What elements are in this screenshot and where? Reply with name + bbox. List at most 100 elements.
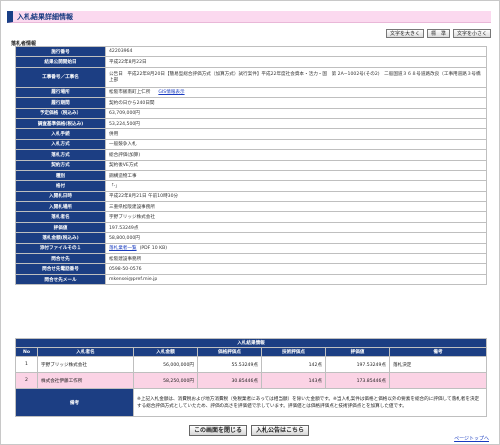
info-row: 落札金額(税込み) 58,800,000円 <box>15 232 487 244</box>
info-row: 履行期間 契約の日から240日間 <box>15 97 487 109</box>
info-row: 問合せ先 松阪建設事務所 <box>15 253 487 265</box>
note-label: 備考 <box>15 388 134 417</box>
info-label: 問合せ先メール <box>15 273 106 286</box>
info-table: 施行番号 42203964 結果公開開始日 平成22年8月22日 工事番号／工事名 公告日… <box>15 45 487 286</box>
cell-amount: 58,250,000円 <box>133 372 198 389</box>
results-table: 入札結果情報 No 入札者名 入札金額 価格評価点 技術評価点 評価値 備考 1… <box>15 338 487 417</box>
info-row: 入札手続 併用 <box>15 128 487 140</box>
info-value-cell: 公告日 平成22年8月20日【簡易型総合評価方式（加算方式）試行案件】平成22年… <box>105 66 487 88</box>
attachment-link[interactable]: 落札業者一覧 <box>109 246 137 251</box>
info-label: 落札方式 <box>15 149 106 161</box>
cell-no: 2 <box>15 372 38 389</box>
info-label: 種別 <box>15 169 106 182</box>
page-title: 入札結果詳細情報 <box>17 13 73 21</box>
info-value: 53,224,500円 <box>109 121 140 127</box>
info-value-cell: 鋼構造物工事 <box>105 169 487 182</box>
text-standard-button[interactable]: 標 準 <box>426 29 450 38</box>
info-value-cell: 53,224,500円 <box>105 117 487 130</box>
info-label: 評価値 <box>15 221 106 234</box>
info-value: 松阪建設事務所 <box>109 256 142 262</box>
table-row: 1 宇野ブリッジ株式会社 56,000,000円 55.53249点 142点 … <box>15 356 487 373</box>
close-window-button[interactable]: この画面を閉じる <box>189 425 248 436</box>
cell-name: 株式会社伊藤工作所 <box>37 372 134 389</box>
info-value: 58,800,000円 <box>109 235 140 241</box>
col-header: 備考 <box>389 347 487 357</box>
info-value-cell: 総合評価(加算) <box>105 149 487 161</box>
info-value: 197.53249点 <box>109 225 139 231</box>
info-value-cell: 平成22年8月22日 <box>105 56 487 68</box>
info-value-cell: 63,709,000円 <box>105 107 487 119</box>
info-value: 平成22年8月22日 <box>109 60 147 66</box>
info-value-cell: 42203964 <box>105 45 487 58</box>
cell-eval: 197.53249点 <box>325 356 390 373</box>
info-value: 公告日 平成22年8月20日【簡易型総合評価方式（加算方式）試行案件】平成22年… <box>109 72 481 84</box>
info-row: 契約方式 契約後VE方式 <box>15 159 487 171</box>
bid-notice-button[interactable]: 入札公告はこちら <box>251 425 310 436</box>
info-label: 入開札場所 <box>15 201 106 213</box>
info-value: 42203964 <box>109 49 133 55</box>
info-value: 松阪市飯南町上仁所 <box>109 90 151 96</box>
gis-link[interactable]: GIS情報表示 <box>158 90 184 95</box>
cell-remark: 落札決定 <box>389 356 487 373</box>
info-value: 契約後VE方式 <box>109 163 139 169</box>
info-label: 履行場所 <box>15 86 106 99</box>
info-value-cell: 契約後VE方式 <box>105 159 487 171</box>
info-label: 入開札日時 <box>15 190 106 203</box>
info-value-cell: 平成22年8月21日 午前10時30分 <box>105 190 487 203</box>
info-value-cell: 0598-50-0576 <box>105 263 487 275</box>
cell-amount: 56,000,000円 <box>133 356 198 373</box>
info-row: 落札方式 総合評価(加算) <box>15 149 487 161</box>
action-buttons: この画面を閉じる 入札公告はこちら <box>189 425 310 436</box>
info-value-cell: 197.53249点 <box>105 221 487 234</box>
info-label: 履行期間 <box>15 97 106 109</box>
info-label: 問合せ先電話番号 <box>15 263 106 275</box>
cell-name: 宇野ブリッジ株式会社 <box>37 356 134 373</box>
note-row: 備考 ※上記入札金額は、消費税および地方消費税（免税業者にあっては相当額）を除い… <box>15 388 487 417</box>
cell-remark <box>389 372 487 389</box>
info-row: 評価値 197.53249点 <box>15 221 487 234</box>
col-header: 入札金額 <box>133 347 198 357</box>
info-row: 入札方式 一般競争入札 <box>15 138 487 151</box>
info-row: 結果公開開始日 平成22年8月22日 <box>15 56 487 68</box>
info-row: 問合せ先メール mkensei@pref.mie.jp <box>15 273 487 286</box>
info-row: 格付 「-」 <box>15 180 487 192</box>
info-value-cell: 松阪市飯南町上仁所 GIS情報表示 <box>105 86 487 99</box>
info-value-cell: 落札業者一覧 (PDF 10 KB) <box>105 242 487 255</box>
results-caption: 入札結果情報 <box>15 338 487 348</box>
info-row: 入開札場所 三重県松阪建設事務所 <box>15 201 487 213</box>
page-title-bar: 入札結果詳細情報 <box>7 11 491 23</box>
cell-no: 1 <box>15 356 38 373</box>
col-header: 評価値 <box>325 347 390 357</box>
info-value-cell: mkensei@pref.mie.jp <box>105 273 487 286</box>
text-large-button[interactable]: 文字を大きく <box>385 29 424 38</box>
info-value: 63,709,000円 <box>109 111 140 117</box>
info-label: 調査基準価格(税込み) <box>15 117 106 130</box>
col-header: No <box>15 347 38 357</box>
info-label: 落札者名 <box>15 211 106 223</box>
info-value-cell: 併用 <box>105 128 487 140</box>
info-value: (PDF 10 KB) <box>139 246 168 252</box>
info-row: 入開札日時 平成22年8月21日 午前10時30分 <box>15 190 487 203</box>
info-row: 問合せ先電話番号 0598-50-0576 <box>15 263 487 275</box>
cell-tech-score: 142点 <box>261 356 326 373</box>
page-top-link[interactable]: ページトップへ <box>454 435 489 442</box>
info-value-cell: 58,800,000円 <box>105 232 487 244</box>
note-text: ※上記入札金額は、消費税および地方消費税（免税業者にあっては相当額）を除いた金額… <box>133 388 487 417</box>
info-value: 三重県松阪建設事務所 <box>109 204 155 210</box>
info-row: 添付ファイルその１ 落札業者一覧 (PDF 10 KB) <box>15 242 487 255</box>
info-value: 総合評価(加算) <box>109 152 141 158</box>
info-row: 調査基準価格(税込み) 53,224,500円 <box>15 117 487 130</box>
info-value: 一般競争入札 <box>109 142 137 148</box>
info-row: 施行番号 42203964 <box>15 45 487 58</box>
info-value-cell: 宇野ブリッジ株式会社 <box>105 211 487 223</box>
info-value-cell: 三重県松阪建設事務所 <box>105 201 487 213</box>
info-label: 結果公開開始日 <box>15 56 106 68</box>
info-value-cell: 一般競争入札 <box>105 138 487 151</box>
text-small-button[interactable]: 文字を小さく <box>452 29 491 38</box>
info-label: 工事番号／工事名 <box>15 66 106 88</box>
col-header: 入札者名 <box>37 347 134 357</box>
cell-eval: 173.85446点 <box>325 372 390 389</box>
info-label: 入札手続 <box>15 128 106 140</box>
info-value-cell: 松阪建設事務所 <box>105 253 487 265</box>
info-label: 予定価格（税込み） <box>15 107 106 119</box>
